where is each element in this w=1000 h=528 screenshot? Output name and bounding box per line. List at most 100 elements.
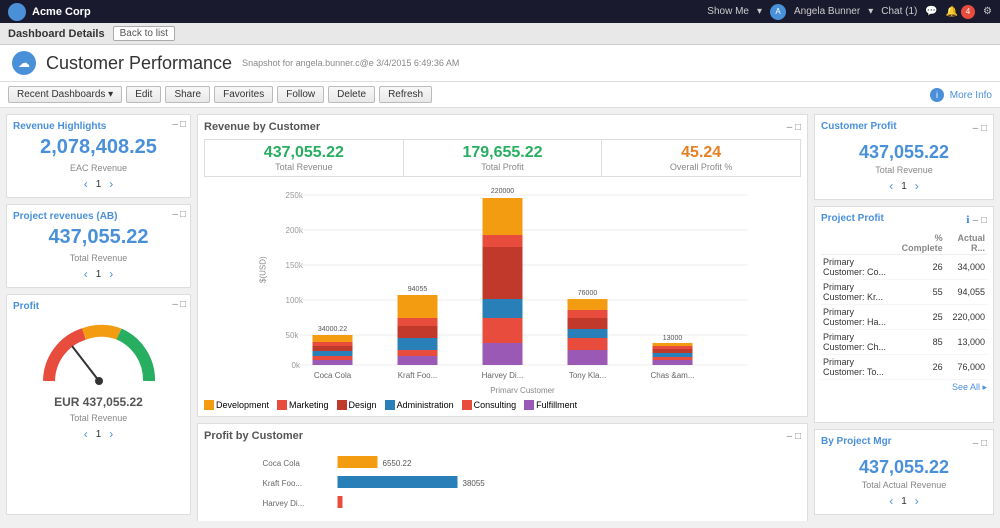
- expand-icon[interactable]: □: [180, 209, 186, 220]
- by-project-mgr-widget: By Project Mgr – □ 437,055.22 Total Actu…: [814, 429, 994, 515]
- legend-dot-fulfillment: [524, 400, 534, 410]
- minimize-icon[interactable]: –: [973, 215, 979, 226]
- widget-controls: – □: [973, 438, 987, 449]
- minimize-icon[interactable]: –: [172, 119, 178, 130]
- actual-revenue: 76,000: [945, 355, 987, 380]
- next-arrow[interactable]: ›: [915, 179, 919, 193]
- legend-dot-design: [337, 400, 347, 410]
- by-project-mgr-title: By Project Mgr: [821, 436, 892, 447]
- table-row: Primary Customer: Ha... 25 220,000: [821, 305, 987, 330]
- revenue-highlights-widget: Revenue Highlights – □ 2,078,408.25 EAC …: [6, 114, 191, 198]
- widget-controls: – □: [172, 119, 186, 130]
- share-button[interactable]: Share: [165, 86, 210, 103]
- more-info-btn[interactable]: i More Info: [930, 88, 992, 102]
- metric-boxes: 437,055.22 Total Revenue 179,655.22 Tota…: [204, 139, 801, 177]
- svg-text:13000: 13000: [663, 335, 683, 342]
- refresh-button[interactable]: Refresh: [379, 86, 432, 103]
- legend-dot-development: [204, 400, 214, 410]
- minimize-icon[interactable]: –: [973, 438, 979, 449]
- prev-arrow[interactable]: ‹: [84, 177, 88, 191]
- show-me-btn[interactable]: Show Me: [707, 6, 749, 17]
- profit-controls: – □: [172, 299, 186, 310]
- revenue-highlights-value: 2,078,408.25: [13, 136, 184, 159]
- expand-icon[interactable]: □: [981, 123, 987, 134]
- right-column: Customer Profit – □ 437,055.22 Total Rev…: [814, 114, 994, 515]
- prev-arrow[interactable]: ‹: [889, 494, 893, 508]
- expand-icon[interactable]: □: [981, 215, 987, 226]
- revenue-highlights-label: EAC Revenue: [13, 163, 184, 173]
- project-revenues-nav: ‹ 1 ›: [13, 267, 184, 281]
- expand-icon[interactable]: □: [795, 122, 801, 133]
- toolbar: Recent Dashboards Edit Share Favorites F…: [0, 82, 1000, 108]
- customer-profit-value: 437,055.22: [821, 142, 987, 163]
- dashboard-icon: ☁: [12, 51, 36, 75]
- recent-dashboards-button[interactable]: Recent Dashboards: [8, 86, 122, 103]
- see-all-link[interactable]: See All ▸: [821, 382, 987, 393]
- prev-arrow[interactable]: ‹: [84, 427, 88, 441]
- table-row: Primary Customer: Ch... 85 13,000: [821, 330, 987, 355]
- overall-profit-value: 45.24: [606, 144, 796, 162]
- by-project-mgr-label: Total Actual Revenue: [821, 480, 987, 490]
- pct-complete: 55: [894, 280, 944, 305]
- minimize-icon[interactable]: –: [172, 209, 178, 220]
- svg-text:38055: 38055: [463, 479, 486, 488]
- expand-icon[interactable]: □: [180, 299, 186, 310]
- next-arrow[interactable]: ›: [109, 427, 113, 441]
- expand-icon[interactable]: □: [981, 438, 987, 449]
- edit-button[interactable]: Edit: [126, 86, 161, 103]
- prev-arrow[interactable]: ‹: [84, 267, 88, 281]
- legend-marketing: Marketing: [277, 400, 329, 410]
- project-revenues-title: Project revenues (AB): [13, 211, 184, 222]
- middle-column: Revenue by Customer – □ 437,055.22 Total…: [197, 114, 808, 515]
- settings-icon[interactable]: ⚙: [983, 6, 992, 17]
- cloud-icon: ☁: [18, 56, 30, 70]
- company-logo: [8, 3, 26, 21]
- topbar: Acme Corp Show Me ▾ A Angela Bunner ▾ Ch…: [0, 0, 1000, 23]
- back-to-list-button[interactable]: Back to list: [113, 26, 175, 41]
- svg-text:Harvey Di...: Harvey Di...: [263, 499, 305, 508]
- main-content: Revenue Highlights – □ 2,078,408.25 EAC …: [0, 108, 1000, 521]
- col-name: [821, 232, 894, 255]
- customer-name: Primary Customer: To...: [821, 355, 894, 380]
- pct-complete: 26: [894, 255, 944, 280]
- user-name[interactable]: Angela Bunner: [794, 6, 860, 17]
- favorites-button[interactable]: Favorites: [214, 86, 273, 103]
- left-column: Revenue Highlights – □ 2,078,408.25 EAC …: [6, 114, 191, 515]
- chat-btn[interactable]: Chat (1): [881, 6, 917, 17]
- svg-text:$(USD): $(USD): [259, 256, 268, 283]
- info-icon: ℹ: [966, 215, 970, 226]
- profit-by-customer-title: Profit by Customer: [204, 430, 303, 442]
- next-arrow[interactable]: ›: [109, 177, 113, 191]
- revenue-by-customer-title: Revenue by Customer: [204, 121, 320, 133]
- gauge-container: [13, 316, 184, 391]
- project-profit-table: % Complete Actual R... Primary Customer:…: [821, 232, 987, 380]
- follow-button[interactable]: Follow: [277, 86, 324, 103]
- svg-text:Coca Cola: Coca Cola: [314, 371, 352, 380]
- actual-revenue: 94,055: [945, 280, 987, 305]
- next-arrow[interactable]: ›: [915, 494, 919, 508]
- project-revenues-widget: Project revenues (AB) – □ 437,055.22 Tot…: [6, 204, 191, 288]
- minimize-icon[interactable]: –: [973, 123, 979, 134]
- expand-icon[interactable]: □: [795, 431, 801, 442]
- legend-dot-consulting: [462, 400, 472, 410]
- legend-fulfillment: Fulfillment: [524, 400, 577, 410]
- revenue-highlights-title: Revenue Highlights: [13, 121, 184, 132]
- minimize-icon[interactable]: –: [787, 431, 793, 442]
- next-arrow[interactable]: ›: [109, 267, 113, 281]
- minimize-icon[interactable]: –: [172, 299, 178, 310]
- table-row: Primary Customer: To... 26 76,000: [821, 355, 987, 380]
- svg-text:Tony Kla...: Tony Kla...: [569, 371, 606, 380]
- legend-development: Development: [204, 400, 269, 410]
- expand-icon[interactable]: □: [180, 119, 186, 130]
- alerts-icon[interactable]: 🔔 4: [946, 5, 975, 19]
- total-revenue-label: Total Revenue: [209, 162, 399, 172]
- prev-arrow[interactable]: ‹: [889, 179, 893, 193]
- svg-text:6550.22: 6550.22: [383, 459, 412, 468]
- total-profit-label: Total Profit: [408, 162, 598, 172]
- notifications-icon[interactable]: 💬: [925, 6, 937, 17]
- revenue-by-customer-widget: Revenue by Customer – □ 437,055.22 Total…: [197, 114, 808, 417]
- chart-legend: Development Marketing Design Administrat…: [204, 400, 801, 410]
- table-row: Primary Customer: Kr... 55 94,055: [821, 280, 987, 305]
- delete-button[interactable]: Delete: [328, 86, 375, 103]
- minimize-icon[interactable]: –: [787, 122, 793, 133]
